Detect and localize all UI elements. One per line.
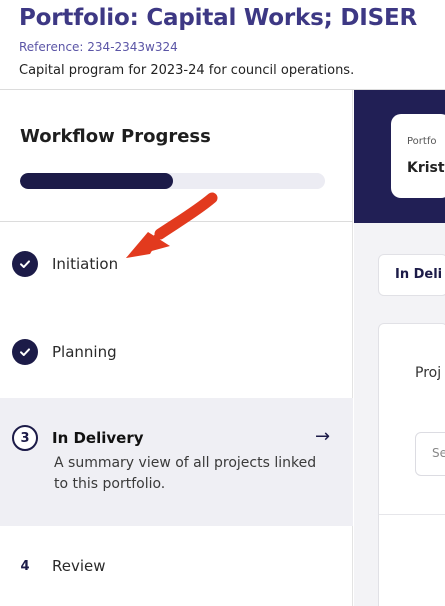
card-name: Krist [407, 160, 445, 176]
page-description: Capital program for 2023-24 for council … [19, 63, 355, 78]
page-title: Portfolio: Capital Works; DISER [19, 5, 418, 31]
search-input[interactable]: Se [415, 432, 445, 476]
search-placeholder: Se [432, 446, 445, 460]
step-number-badge: 4 [12, 553, 38, 579]
step-label: In Delivery [52, 429, 144, 447]
check-icon [12, 339, 38, 365]
status-tab-label: In Deli [395, 267, 443, 282]
status-tab[interactable]: In Deli [378, 254, 445, 296]
projects-label: Proj [415, 365, 442, 381]
step-description: A summary view of all projects linked to… [54, 455, 317, 492]
card-caption: Portfo [407, 136, 437, 147]
reference-number: Reference: 234-2343w324 [19, 40, 178, 54]
step-planning[interactable]: Planning [0, 310, 353, 396]
annotation-arrow-icon [126, 192, 218, 258]
step-review[interactable]: 4 Review [0, 530, 353, 606]
step-label: Initiation [52, 255, 119, 273]
step-label: Planning [52, 343, 117, 361]
workflow-progress-bar [20, 173, 325, 189]
arrow-right-icon: → [315, 426, 331, 447]
step-label: Review [52, 557, 106, 575]
workflow-sidebar: Workflow Progress Initiation Planning 3 … [0, 90, 353, 606]
check-icon [12, 251, 38, 277]
panel-divider [379, 514, 445, 515]
step-number-badge: 3 [12, 425, 38, 451]
portfolio-owner-card: Portfo Krist [391, 114, 445, 198]
workflow-progress-fill [20, 173, 173, 189]
workflow-title: Workflow Progress [20, 126, 211, 147]
projects-panel: Proj Se [378, 323, 445, 606]
step-in-delivery[interactable]: 3 In Delivery A summary view of all proj… [0, 398, 353, 526]
